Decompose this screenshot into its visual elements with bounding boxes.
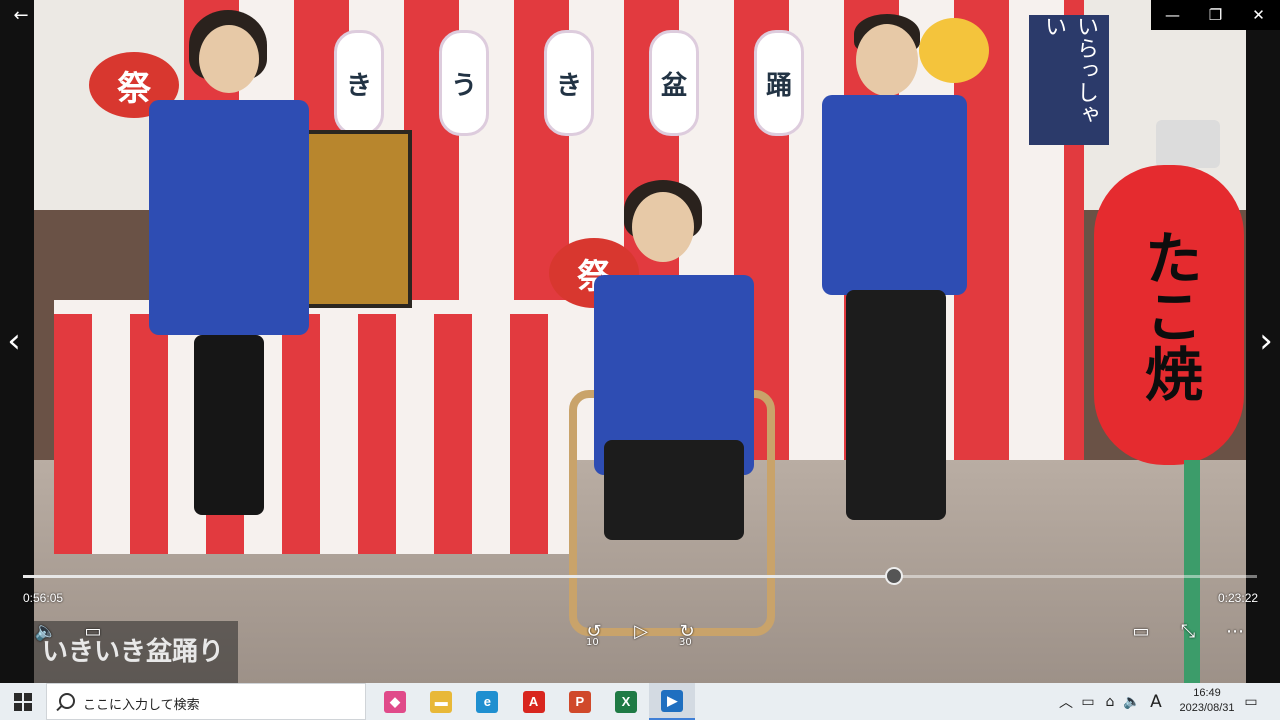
previous-video-button[interactable]: ‹ [2,324,26,358]
elapsed-time: 0:56:05 [23,591,64,605]
clock-date: 2023/08/31 [1179,702,1235,714]
lantern-cap [1156,120,1220,168]
search-placeholder: ここに入力して検索 [83,697,200,712]
seek-bar-progress [23,575,895,578]
clock-time: 16:49 [1193,687,1221,699]
skip-forward-button[interactable]: ↻ 30 [673,618,701,648]
acrobat-icon: A [522,690,545,713]
takoyaki-lantern: たこ焼 [1094,165,1244,465]
network-icon[interactable]: ⌂ [1099,683,1121,720]
video-scene: き う き 盆 踊 祭 祭 祭 いらっしゃい たこ焼 [34,0,1246,683]
taskbar-app-edge[interactable]: e [464,683,510,720]
lantern-tag: 盆 [649,30,699,136]
play-button[interactable]: ▷ [627,618,655,646]
taskbar-app-acrobat[interactable]: A [511,683,557,720]
minimize-button[interactable]: — [1151,0,1194,30]
miniview-icon[interactable]: ▭ [1127,618,1155,646]
seek-bar[interactable] [23,567,1257,585]
volume-tray-icon[interactable]: 🔈 [1121,683,1143,720]
video-caption: いきいき盆踊り [34,621,238,683]
subtitles-icon[interactable]: ▭ [79,618,107,646]
taskbar: ここに入力して検索 ◆ ▬ e A P X ▶ ︿ ▭ ⌂ 🔈 A 16:49 2023/0… [0,683,1280,720]
restore-button[interactable]: ❐ [1194,0,1237,30]
battery-icon[interactable]: ▭ [1077,683,1099,720]
taskbar-app-3d-viewer[interactable]: ◆ [372,683,418,720]
taskbar-clock[interactable]: 16:49 2023/08/31 [1172,686,1242,716]
start-button[interactable] [0,683,46,720]
back-arrow-icon[interactable]: ← [6,4,36,28]
ime-mode-indicator[interactable]: A [1145,683,1167,720]
skip-back-seconds: 10 [586,637,599,648]
file-explorer-icon: ▬ [430,690,453,713]
edge-icon: e [476,690,499,713]
taskbar-app-file-explorer[interactable]: ▬ [418,683,464,720]
welcome-banner: いらっしゃい [1029,15,1109,145]
remaining-time: 0:23:22 [1218,591,1259,605]
skip-forward-seconds: 30 [679,637,692,648]
3d-viewer-icon: ◆ [384,690,406,713]
movies-tv-icon: ▶ [661,689,684,712]
window-controls: — ❐ ✕ [1151,0,1280,30]
powerpoint-icon: P [568,690,591,713]
excel-icon: X [615,690,637,713]
close-button[interactable]: ✕ [1237,0,1280,30]
next-video-button[interactable]: › [1254,324,1278,358]
lantern-tag: 踊 [754,30,804,136]
lantern-tag: き [544,30,594,136]
lantern-tag: き [334,30,384,136]
taskbar-search-box[interactable]: ここに入力して検索 [46,683,366,720]
volume-icon[interactable]: 🔈 [32,618,60,646]
taskbar-app-excel[interactable]: X [603,683,649,720]
exit-fullscreen-icon[interactable]: ⤡ [1174,618,1202,646]
notification-icon[interactable]: ▭ [1236,683,1266,720]
windows-logo-icon [14,692,32,711]
fan-right [919,18,989,83]
lantern-tag: う [439,30,489,136]
video-frame[interactable]: き う き 盆 踊 祭 祭 祭 いらっしゃい たこ焼 [0,0,1280,683]
skip-back-button[interactable]: ↺ 10 [580,618,608,648]
show-hidden-icons-chevron[interactable]: ︿ [1055,683,1077,720]
festival-booth [54,300,574,554]
search-icon [59,693,75,709]
taskbar-app-movies-tv[interactable]: ▶ [649,683,696,720]
lantern-pole [1184,460,1200,683]
more-options-icon[interactable]: ⋯ [1221,618,1249,646]
taskbar-app-powerpoint[interactable]: P [557,683,603,720]
